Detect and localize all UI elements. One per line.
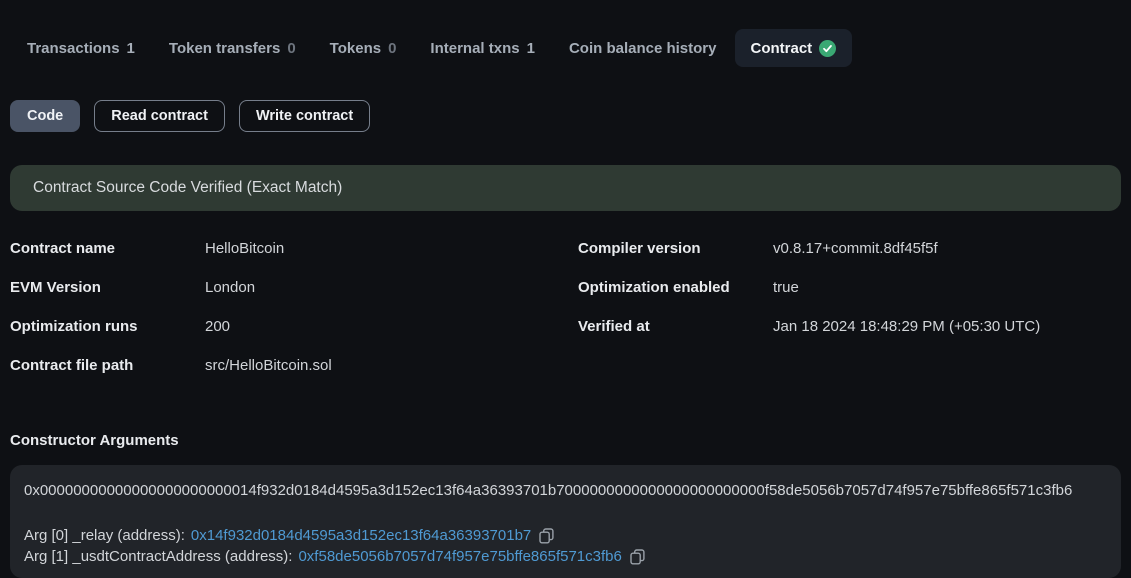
contract-subtabs: Code Read contract Write contract bbox=[10, 100, 1121, 132]
info-row-evm-version: EVM Version London bbox=[10, 278, 578, 298]
tab-label: Coin balance history bbox=[569, 40, 717, 57]
info-value: v0.8.17+commit.8df45f5f bbox=[773, 239, 938, 259]
info-right-column: Compiler version v0.8.17+commit.8df45f5f… bbox=[578, 239, 1121, 395]
arg-label: Arg [1] _usdtContractAddress (address): bbox=[24, 548, 292, 565]
tab-tokens[interactable]: Tokens 0 bbox=[314, 29, 413, 67]
verified-banner: Contract Source Code Verified (Exact Mat… bbox=[10, 165, 1121, 211]
contract-info-grid: Contract name HelloBitcoin EVM Version L… bbox=[10, 239, 1121, 395]
tab-count: 0 bbox=[287, 40, 295, 57]
info-label: Optimization enabled bbox=[578, 278, 773, 298]
info-label: Verified at bbox=[578, 317, 773, 337]
copy-icon[interactable] bbox=[539, 528, 554, 544]
tab-coin-balance-history[interactable]: Coin balance history bbox=[553, 29, 733, 67]
info-value: HelloBitcoin bbox=[205, 239, 284, 259]
tab-label: Contract bbox=[751, 40, 813, 57]
info-value: src/HelloBitcoin.sol bbox=[205, 356, 332, 376]
tab-bar: Transactions 1 Token transfers 0 Tokens … bbox=[0, 0, 1131, 67]
constructor-arg-row: Arg [1] _usdtContractAddress (address): … bbox=[24, 548, 1107, 565]
info-label: Optimization runs bbox=[10, 317, 205, 337]
info-value: true bbox=[773, 278, 799, 298]
info-row-optimization-runs: Optimization runs 200 bbox=[10, 317, 578, 337]
constructor-arguments-title: Constructor Arguments bbox=[10, 432, 1121, 450]
relay-address-link[interactable]: 0x14f932d0184d4595a3d152ec13f64a36393701… bbox=[191, 527, 531, 544]
info-value: London bbox=[205, 278, 255, 298]
info-row-verified-at: Verified at Jan 18 2024 18:48:29 PM (+05… bbox=[578, 317, 1121, 337]
arg-label: Arg [0] _relay (address): bbox=[24, 527, 185, 544]
tab-count: 1 bbox=[127, 40, 135, 57]
code-button[interactable]: Code bbox=[10, 100, 80, 132]
info-label: Contract name bbox=[10, 239, 205, 259]
info-row-contract-name: Contract name HelloBitcoin bbox=[10, 239, 578, 259]
info-row-compiler-version: Compiler version v0.8.17+commit.8df45f5f bbox=[578, 239, 1121, 259]
info-row-optimization-enabled: Optimization enabled true bbox=[578, 278, 1121, 298]
verified-check-icon bbox=[819, 40, 836, 57]
usdt-contract-address-link[interactable]: 0xf58de5056b7057d74f957e75bffe865f571c3f… bbox=[298, 548, 621, 565]
tab-token-transfers[interactable]: Token transfers 0 bbox=[153, 29, 312, 67]
write-contract-button[interactable]: Write contract bbox=[239, 100, 370, 132]
tab-label: Token transfers bbox=[169, 40, 280, 57]
tab-transactions[interactable]: Transactions 1 bbox=[11, 29, 151, 67]
tab-label: Internal txns bbox=[430, 40, 519, 57]
tab-contract[interactable]: Contract bbox=[735, 29, 853, 67]
tab-count: 1 bbox=[527, 40, 535, 57]
tab-count: 0 bbox=[388, 40, 396, 57]
tab-label: Tokens bbox=[330, 40, 381, 57]
info-value: 200 bbox=[205, 317, 230, 337]
info-left-column: Contract name HelloBitcoin EVM Version L… bbox=[10, 239, 578, 395]
tab-label: Transactions bbox=[27, 40, 120, 57]
info-value: Jan 18 2024 18:48:29 PM (+05:30 UTC) bbox=[773, 317, 1040, 337]
copy-icon[interactable] bbox=[630, 549, 645, 565]
constructor-arg-row: Arg [0] _relay (address): 0x14f932d0184d… bbox=[24, 527, 1107, 544]
read-contract-button[interactable]: Read contract bbox=[94, 100, 225, 132]
raw-constructor-args: 0x00000000000000000000000014f932d0184d45… bbox=[24, 482, 1107, 500]
info-label: Contract file path bbox=[10, 356, 205, 376]
info-row-contract-file-path: Contract file path src/HelloBitcoin.sol bbox=[10, 356, 578, 376]
info-label: EVM Version bbox=[10, 278, 205, 298]
info-label: Compiler version bbox=[578, 239, 773, 259]
verified-banner-text: Contract Source Code Verified (Exact Mat… bbox=[33, 179, 342, 197]
constructor-arguments-box: 0x00000000000000000000000014f932d0184d45… bbox=[10, 465, 1121, 578]
tab-internal-txns[interactable]: Internal txns 1 bbox=[414, 29, 551, 67]
